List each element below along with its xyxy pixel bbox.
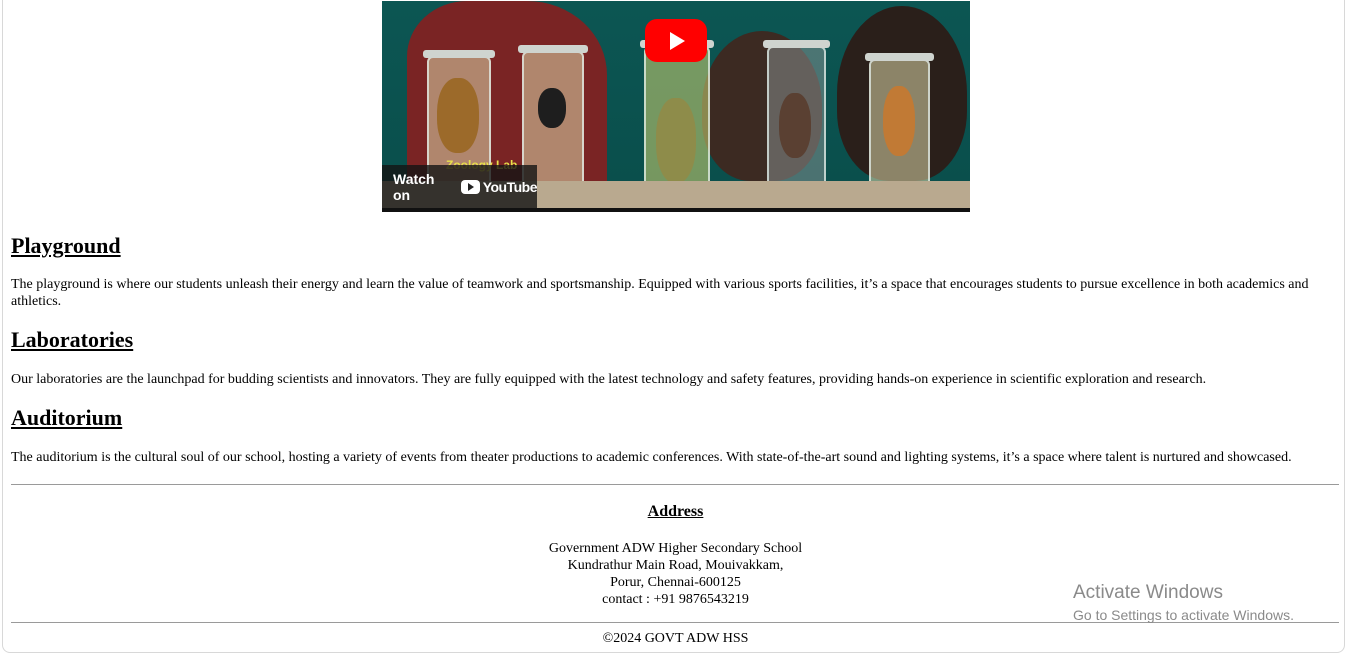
section-text-playground: The playground is where our students unl…: [11, 277, 1309, 309]
youtube-embed[interactable]: Zoology Lab Watch on YouTube: [382, 1, 970, 212]
section-heading-playground: Playground: [11, 233, 121, 258]
section-text-auditorium: The auditorium is the cultural soul of o…: [11, 450, 1292, 465]
copyright-text: ©2024 GOVT ADW HSS: [602, 631, 749, 646]
watermark-subtitle: Go to Settings to activate Windows.: [1073, 607, 1294, 623]
divider: [11, 484, 1339, 485]
youtube-label: YouTube: [482, 178, 538, 195]
section-text-laboratories: Our laboratories are the launchpad for b…: [11, 372, 1207, 387]
activate-windows-watermark: Activate Windows Go to Settings to activ…: [1073, 582, 1294, 626]
address-line-road: Kundrathur Main Road, Mouivakkam,: [567, 558, 784, 573]
watermark-title: Activate Windows: [1073, 582, 1223, 603]
youtube-icon: [460, 179, 480, 194]
address-line-school: Government ADW Higher Secondary School: [548, 541, 803, 556]
video-bottom-bar: [382, 208, 970, 212]
address-title: Address: [647, 503, 704, 520]
play-button[interactable]: [645, 19, 707, 62]
youtube-logo: YouTube: [460, 178, 538, 195]
watch-on-label: Watch on: [393, 170, 435, 203]
watch-on-youtube-link[interactable]: Watch on YouTube: [382, 165, 538, 208]
section-heading-auditorium: Auditorium: [11, 405, 123, 430]
play-icon: [670, 32, 685, 50]
section-heading-laboratories: Laboratories: [11, 327, 134, 352]
specimen-jar: [763, 40, 830, 195]
